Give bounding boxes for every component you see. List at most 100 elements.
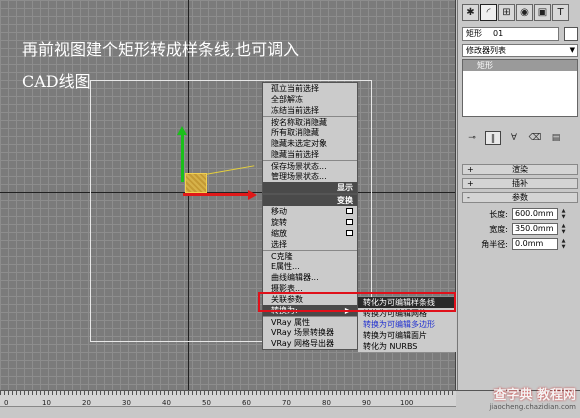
param-length-label: 长度: <box>489 210 508 219</box>
rollout-rendering[interactable]: + 渲染 <box>462 164 578 175</box>
tick-label: 10 <box>42 399 51 407</box>
modify-tab-icon[interactable]: ◜ <box>480 4 497 21</box>
tick-label: 70 <box>282 399 291 407</box>
menu-item-move-label: 移动 <box>271 207 287 216</box>
instruction-text-line2: CAD线图 <box>22 72 91 91</box>
expand-plus-icon: + <box>467 179 474 188</box>
menu-item-isolate[interactable]: 孤立当前选择 <box>263 83 357 94</box>
settings-box-icon[interactable] <box>346 219 353 225</box>
tick-label: 90 <box>362 399 371 407</box>
display-tab-icon[interactable]: ▣ <box>534 4 551 21</box>
rollout-parameters[interactable]: - 参数 <box>462 192 578 203</box>
spinner-icon[interactable]: ▲ ▼ <box>560 208 567 220</box>
menu-item-rotate[interactable]: 旋转 <box>263 217 357 228</box>
watermark-url: jiaocheng.chazidian.com <box>489 403 576 411</box>
spinner-icon[interactable]: ▲ ▼ <box>560 223 567 235</box>
submenu-convert-editable-poly[interactable]: 转换为可编辑多边形 <box>358 319 456 330</box>
quad-menu-transform-block: 变换 移动 旋转 缩放 选择 C克隆 E属性... 曲线编辑器... 摄影表..… <box>262 194 358 350</box>
object-name-field[interactable]: 矩形 01 <box>462 27 559 41</box>
move-gizmo-y-arrow[interactable] <box>177 126 187 135</box>
settings-box-icon[interactable] <box>346 230 353 236</box>
menu-item-rotate-label: 旋转 <box>271 218 287 227</box>
move-gizmo-xy-plane[interactable] <box>185 173 207 193</box>
watermark: 查字典 教程网 jiaocheng.chazidian.com <box>489 384 576 411</box>
hierarchy-tab-icon[interactable]: ⊞ <box>498 4 515 21</box>
menu-item-freeze-selection[interactable]: 冻结当前选择 <box>263 105 357 116</box>
menu-item-scale[interactable]: 缩放 <box>263 228 357 239</box>
tick-label: 20 <box>82 399 91 407</box>
settings-box-icon[interactable] <box>346 208 353 214</box>
modifier-stack-list[interactable]: 矩形 <box>462 59 578 117</box>
quad-menu-transform-title: 变换 <box>263 195 357 206</box>
tick-label: 30 <box>122 399 131 407</box>
modifier-list-dropdown[interactable]: 修改器列表 ▼ <box>462 44 578 57</box>
menu-item-wire-parameters[interactable]: 关联参数 <box>263 294 357 305</box>
menu-item-vray-mesh-exporter[interactable]: VRay 网格导出器 <box>263 338 357 349</box>
pin-stack-icon[interactable]: ⊸ <box>464 131 480 145</box>
menu-item-clone[interactable]: C克隆 <box>263 250 357 261</box>
spinner-icon[interactable]: ▲ ▼ <box>560 238 567 250</box>
tick-label: 60 <box>242 399 251 407</box>
show-end-result-icon[interactable]: ‖ <box>485 131 501 145</box>
watermark-title: 查字典 教程网 <box>493 388 576 403</box>
remove-modifier-icon[interactable]: ⌫ <box>527 131 543 145</box>
param-corner-radius-label: 角半径: <box>481 240 508 249</box>
menu-item-hide-selection[interactable]: 隐藏当前选择 <box>263 149 357 160</box>
tick-label: 40 <box>162 399 171 407</box>
param-width-label: 宽度: <box>489 225 508 234</box>
tick-label: 50 <box>202 399 211 407</box>
collapse-minus-icon: - <box>467 193 470 202</box>
menu-item-hide-unselected[interactable]: 隐藏未选定对象 <box>263 138 357 149</box>
rollout-interpolation-label: 插补 <box>512 179 528 188</box>
command-panel-tabs: ✱ ◜ ⊞ ◉ ▣ T <box>462 4 569 22</box>
object-name-row: 矩形 01 <box>462 27 578 41</box>
menu-item-vray-properties[interactable]: VRay 属性 <box>263 316 357 327</box>
motion-tab-icon[interactable]: ◉ <box>516 4 533 21</box>
rollout-rendering-label: 渲染 <box>512 165 528 174</box>
timeline-ticks[interactable]: 0 10 20 30 40 50 60 70 80 90 100 <box>0 391 456 407</box>
tick-label: 0 <box>4 399 9 407</box>
menu-item-move[interactable]: 移动 <box>263 206 357 217</box>
submenu-convert-nurbs[interactable]: 转化为 NURBS <box>358 341 456 352</box>
tick-label: 100 <box>400 399 414 407</box>
object-color-swatch[interactable] <box>564 27 578 41</box>
rollout-interpolation[interactable]: + 插补 <box>462 178 578 189</box>
move-gizmo-x-axis[interactable] <box>183 193 249 196</box>
menu-item-scale-label: 缩放 <box>271 229 287 238</box>
menu-item-unhide-all[interactable]: 所有取消隐藏 <box>263 127 357 138</box>
command-panel: ✱ ◜ ⊞ ◉ ▣ T 矩形 01 修改器列表 ▼ 矩形 ⊸ ‖ ∀ ⌫ ▤ +… <box>457 0 580 390</box>
create-tab-icon[interactable]: ✱ <box>462 4 479 21</box>
menu-item-unhide-by-name[interactable]: 按名称取消隐藏 <box>263 116 357 127</box>
menu-item-unfreeze-all[interactable]: 全部解冻 <box>263 94 357 105</box>
menu-item-convert-to-label: 转换为: <box>271 306 298 315</box>
tick-label: 80 <box>322 399 331 407</box>
configure-sets-icon[interactable]: ▤ <box>548 131 564 145</box>
param-width-input[interactable]: 350.0mm <box>512 223 558 235</box>
quad-menu: 孤立当前选择 全部解冻 冻结当前选择 按名称取消隐藏 所有取消隐藏 隐藏未选定对… <box>262 82 358 350</box>
menu-item-vray-scene-converter[interactable]: VRay 场景转换器 <box>263 327 357 338</box>
param-length-input[interactable]: 600.0mm <box>512 208 558 220</box>
quad-menu-display-block: 孤立当前选择 全部解冻 冻结当前选择 按名称取消隐藏 所有取消隐藏 隐藏未选定对… <box>262 82 358 194</box>
param-length-row: 长度: 600.0mm ▲ ▼ <box>462 208 578 221</box>
make-unique-icon[interactable]: ∀ <box>506 131 522 145</box>
object-name-text: 矩形 <box>466 29 482 38</box>
menu-item-select[interactable]: 选择 <box>263 239 357 250</box>
quad-menu-display-title: 显示 <box>263 182 357 193</box>
submenu-convert-editable-mesh[interactable]: 转换为可编辑网格 <box>358 308 456 319</box>
menu-item-curve-editor[interactable]: 曲线编辑器... <box>263 272 357 283</box>
move-gizmo-x-arrow[interactable] <box>248 190 257 200</box>
menu-item-convert-to[interactable]: 转换为: ▶ <box>263 305 357 316</box>
param-corner-radius-input[interactable]: 0.0mm <box>512 238 558 250</box>
menu-item-manage-scene-states[interactable]: 管理场景状态... <box>263 171 357 182</box>
menu-item-save-scene-state[interactable]: 保存场景状态... <box>263 160 357 171</box>
submenu-arrow-icon: ▶ <box>344 306 351 315</box>
param-corner-radius-row: 角半径: 0.0mm ▲ ▼ <box>462 238 578 251</box>
stack-item-rectangle[interactable]: 矩形 <box>463 60 577 71</box>
submenu-convert-editable-spline[interactable]: 转化为可编辑样条线 <box>358 297 456 308</box>
utilities-tab-icon[interactable]: T <box>552 4 569 21</box>
menu-item-properties[interactable]: E属性... <box>263 261 357 272</box>
submenu-convert-editable-patch[interactable]: 转换为可编辑面片 <box>358 330 456 341</box>
instruction-text-line1: 再前视图建个矩形转成样条线,也可调入 <box>22 40 300 59</box>
move-gizmo-y-axis[interactable] <box>181 132 184 182</box>
menu-item-dope-sheet[interactable]: 摄影表... <box>263 283 357 294</box>
